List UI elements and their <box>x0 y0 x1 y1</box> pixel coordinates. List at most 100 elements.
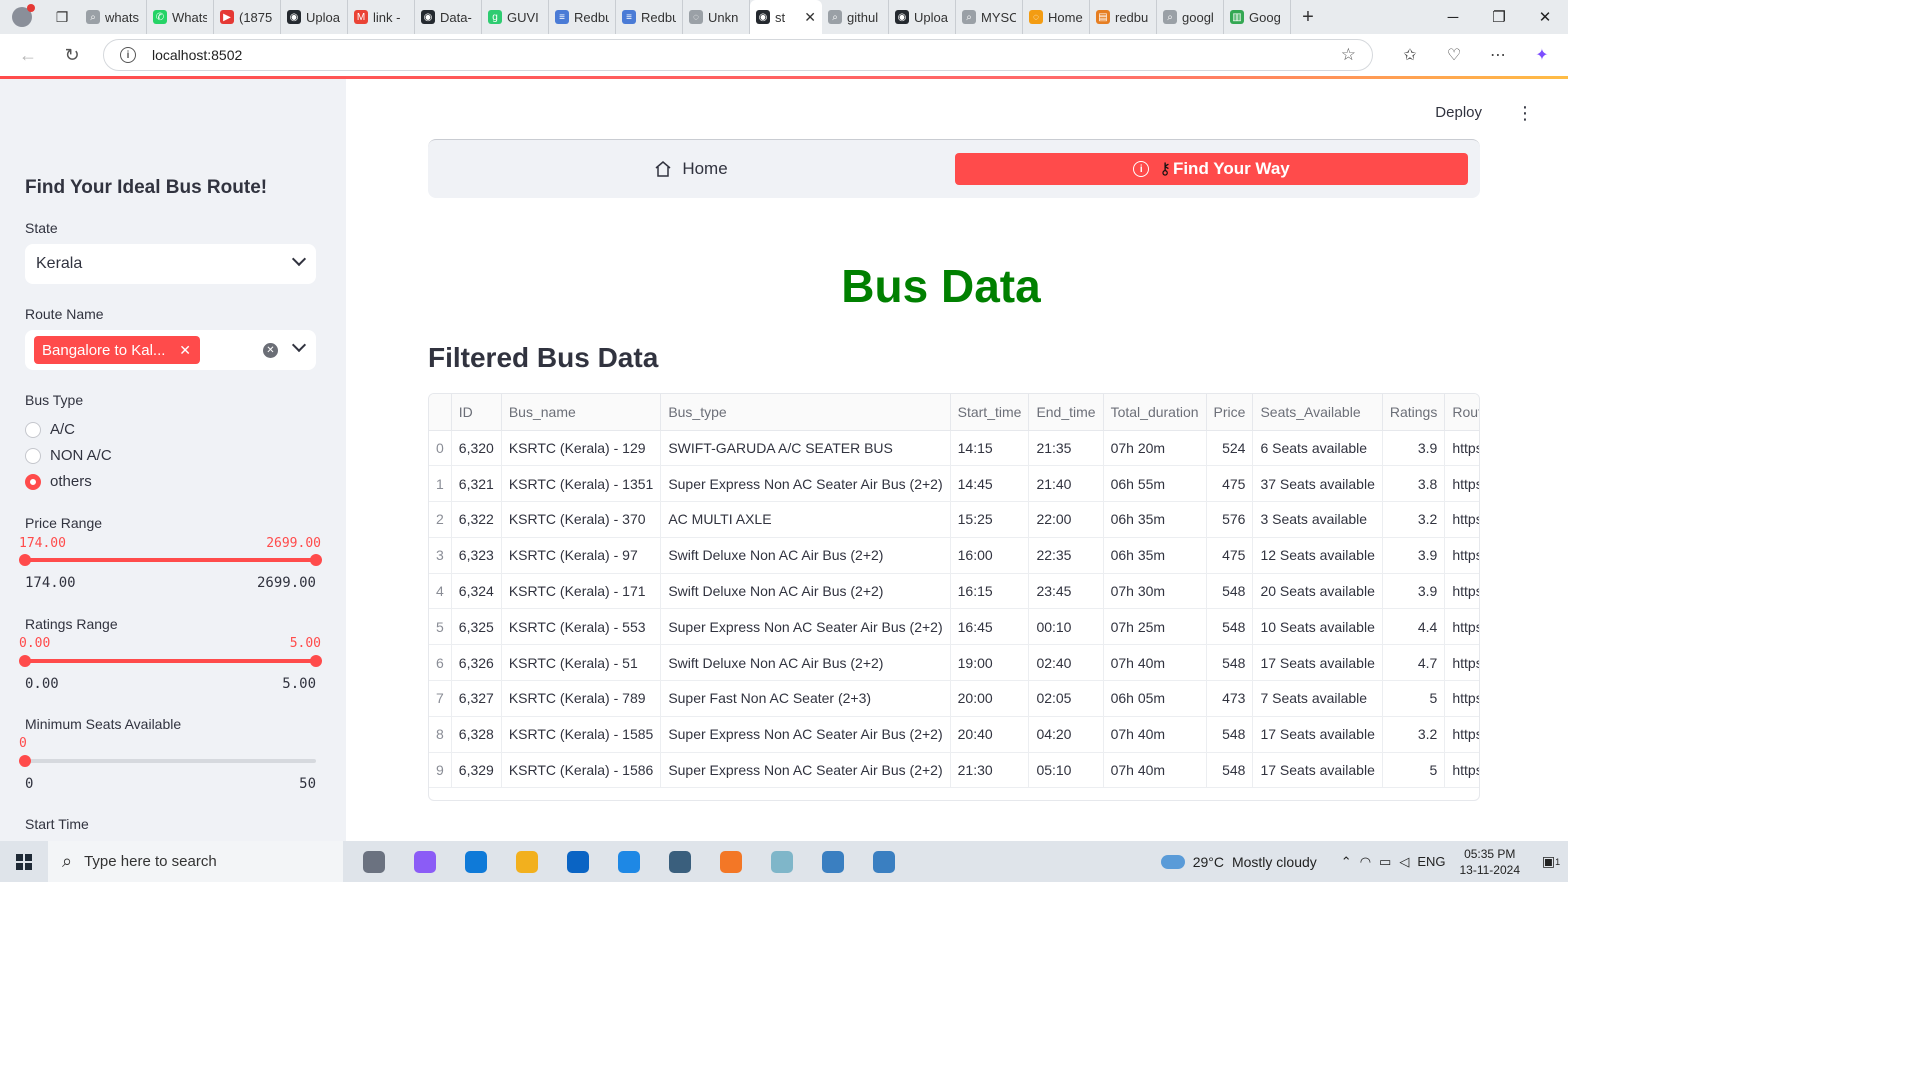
table-cell[interactable]: 37 Seats available <box>1252 465 1383 503</box>
table-cell[interactable]: 6,322 <box>451 501 502 538</box>
more-menu-icon[interactable]: ⋯ <box>1478 34 1518 76</box>
battery-icon[interactable]: ▭ <box>1379 854 1391 870</box>
table-cell[interactable]: 6,320 <box>451 430 502 467</box>
bus-data-table[interactable]: ID Bus_name Bus_type Start_time End_time Tota… <box>428 393 1480 801</box>
table-cell[interactable]: 6,326 <box>451 644 502 682</box>
notification-center-icon[interactable]: ▣ 1 <box>1534 853 1568 870</box>
table-row[interactable]: 9 6,329 KSRTC (Kerala) - 1586 Super Express… <box>429 752 1479 789</box>
table-cell[interactable]: Super Express Non AC Seater Air Bus (2+2… <box>660 752 951 789</box>
taskbar-app-edge[interactable] <box>450 841 501 882</box>
browser-tab[interactable]: ▶ (1875 <box>214 0 281 34</box>
browser-tab[interactable]: ◌ Home <box>1023 0 1090 34</box>
table-cell[interactable]: KSRTC (Kerala) - 51 <box>501 644 662 682</box>
table-cell[interactable]: 8 <box>429 716 452 753</box>
taskbar-search[interactable]: ⌕ Type here to search <box>48 841 343 882</box>
table-cell[interactable]: 0 <box>429 430 452 467</box>
table-cell[interactable]: 06h 05m <box>1103 680 1207 717</box>
table-cell[interactable]: 524 <box>1206 430 1254 467</box>
table-cell[interactable]: KSRTC (Kerala) - 1351 <box>501 465 662 503</box>
table-cell[interactable]: 21:40 <box>1028 465 1104 503</box>
browser-essentials-icon[interactable]: ♡ <box>1434 34 1474 76</box>
table-cell[interactable]: 6,327 <box>451 680 502 717</box>
table-cell[interactable]: https <box>1444 537 1479 574</box>
taskbar-app-python-2[interactable] <box>858 841 909 882</box>
table-cell[interactable]: https <box>1444 430 1479 467</box>
table-cell[interactable]: 4.4 <box>1382 608 1446 646</box>
table-cell[interactable]: https <box>1444 680 1479 717</box>
favorites-icon[interactable]: ✩ <box>1390 34 1430 76</box>
table-cell[interactable]: KSRTC (Kerala) - 1586 <box>501 752 662 789</box>
table-cell[interactable]: 05:10 <box>1028 752 1104 789</box>
table-cell[interactable]: 21:35 <box>1028 430 1104 467</box>
table-cell[interactable]: 02:40 <box>1028 644 1104 682</box>
table-cell[interactable]: 07h 40m <box>1103 716 1207 753</box>
copilot-icon[interactable]: ✦ <box>1522 34 1562 76</box>
table-cell[interactable]: Super Express Non AC Seater Air Bus (2+2… <box>660 608 951 646</box>
table-cell[interactable]: 20:00 <box>950 680 1030 717</box>
min-seats-slider-handle[interactable] <box>19 755 31 767</box>
table-cell[interactable]: 17 Seats available <box>1252 716 1383 753</box>
table-cell[interactable]: KSRTC (Kerala) - 97 <box>501 537 662 574</box>
table-cell[interactable]: 5 <box>1382 680 1446 717</box>
table-cell[interactable]: 2 <box>429 501 452 538</box>
close-tab-icon[interactable]: ✕ <box>804 9 816 26</box>
route-name-multiselect[interactable]: Bangalore to Kal... ✕ ✕ <box>25 330 316 370</box>
table-cell[interactable]: Swift Deluxe Non AC Air Bus (2+2) <box>660 537 951 574</box>
column-header[interactable] <box>429 394 452 431</box>
table-cell[interactable]: 5 <box>429 608 452 646</box>
table-cell[interactable]: 16:00 <box>950 537 1030 574</box>
table-row[interactable]: 3 6,323 KSRTC (Kerala) - 97 Swift Deluxe No… <box>429 537 1479 574</box>
table-cell[interactable]: 6,328 <box>451 716 502 753</box>
table-cell[interactable]: https <box>1444 644 1479 682</box>
table-cell[interactable]: 06h 35m <box>1103 501 1207 538</box>
table-cell[interactable]: 7 Seats available <box>1252 680 1383 717</box>
table-cell[interactable]: 6,329 <box>451 752 502 789</box>
taskbar-app-python-1[interactable] <box>807 841 858 882</box>
browser-tab[interactable]: ▥ Goog <box>1224 0 1291 34</box>
bus-type-option[interactable]: others <box>25 473 92 490</box>
table-row[interactable]: 6 6,326 KSRTC (Kerala) - 51 Swift Deluxe No… <box>429 644 1479 682</box>
column-header[interactable]: Seats_Available <box>1252 394 1383 431</box>
table-cell[interactable]: 473 <box>1206 680 1254 717</box>
browser-tab[interactable]: ▤ redbu <box>1090 0 1157 34</box>
nav-home-button[interactable]: Home <box>428 153 954 185</box>
deploy-button[interactable]: Deploy <box>1435 104 1482 121</box>
column-header[interactable]: Price <box>1206 394 1254 431</box>
table-cell[interactable]: Swift Deluxe Non AC Air Bus (2+2) <box>660 644 951 682</box>
column-header[interactable]: Bus_type <box>660 394 951 431</box>
address-bar[interactable]: i localhost:8502 ☆ <box>103 39 1373 71</box>
table-cell[interactable]: 3.8 <box>1382 465 1446 503</box>
table-cell[interactable]: 548 <box>1206 573 1254 610</box>
price-slider-max-handle[interactable] <box>310 554 322 566</box>
table-row[interactable]: 8 6,328 KSRTC (Kerala) - 1585 Super Express… <box>429 716 1479 753</box>
table-cell[interactable]: 17 Seats available <box>1252 644 1383 682</box>
table-cell[interactable]: 1 <box>429 465 452 503</box>
table-cell[interactable]: 22:00 <box>1028 501 1104 538</box>
table-cell[interactable]: 00:10 <box>1028 608 1104 646</box>
restore-icon[interactable]: ❐ <box>1476 0 1522 34</box>
browser-tab[interactable]: ≡ Redbu <box>549 0 616 34</box>
table-cell[interactable]: 4 <box>429 573 452 610</box>
state-select[interactable]: Kerala <box>25 244 316 284</box>
table-cell[interactable]: 07h 20m <box>1103 430 1207 467</box>
table-cell[interactable]: 20 Seats available <box>1252 573 1383 610</box>
table-row[interactable]: 0 6,320 KSRTC (Kerala) - 129 SWIFT-GARUDA A… <box>429 430 1479 467</box>
table-cell[interactable]: https <box>1444 716 1479 753</box>
language-indicator[interactable]: ENG <box>1417 854 1445 870</box>
network-icon[interactable]: ◠ <box>1360 854 1371 870</box>
table-cell[interactable]: 6,325 <box>451 608 502 646</box>
table-cell[interactable]: 4.7 <box>1382 644 1446 682</box>
browser-tab[interactable]: ◉ Uploa <box>281 0 348 34</box>
table-cell[interactable]: KSRTC (Kerala) - 789 <box>501 680 662 717</box>
table-cell[interactable]: 548 <box>1206 644 1254 682</box>
table-cell[interactable]: https <box>1444 752 1479 789</box>
taskbar-app-mysql-workbench[interactable] <box>654 841 705 882</box>
browser-tab[interactable]: ◌ Unkn <box>683 0 750 34</box>
table-cell[interactable]: 6,324 <box>451 573 502 610</box>
column-header[interactable]: ID <box>451 394 502 431</box>
tab-active[interactable]: ◉ st ✕ <box>750 0 822 34</box>
table-cell[interactable]: https <box>1444 465 1479 503</box>
ratings-slider-max-handle[interactable] <box>310 655 322 667</box>
tab-actions-icon[interactable]: ❐ <box>44 0 80 34</box>
column-header[interactable]: End_time <box>1028 394 1104 431</box>
